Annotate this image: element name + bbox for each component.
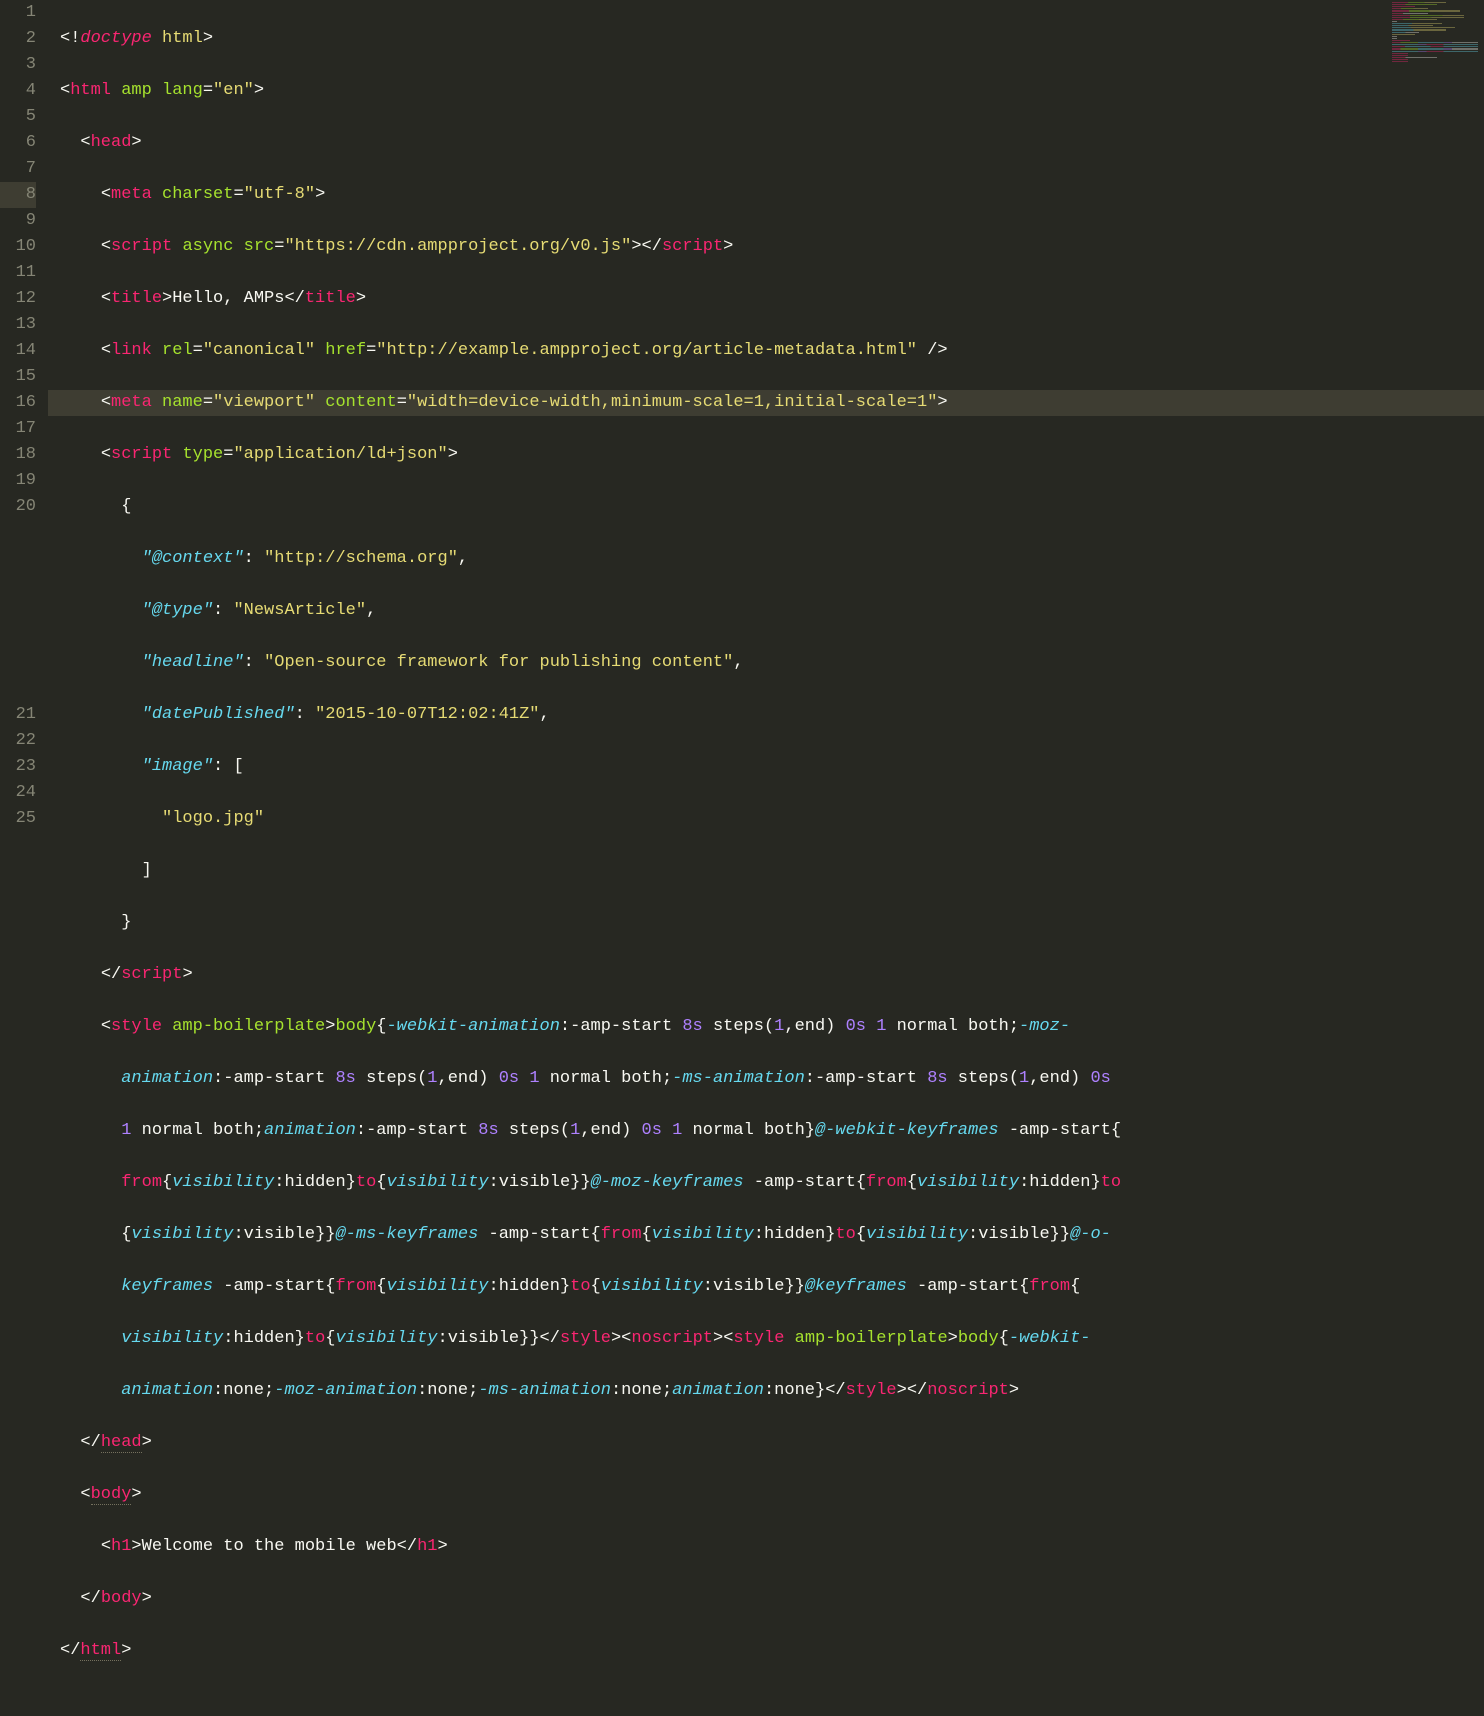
line-number: 3 [0,52,36,78]
line-number [0,598,36,624]
line-number: 1 [0,0,36,26]
code-line[interactable]: <link rel="canonical" href="http://examp… [48,338,1484,364]
line-number [0,676,36,702]
code-area[interactable]: <!doctype html> <html amp lang="en"> <he… [48,0,1484,929]
code-line[interactable]: <meta charset="utf-8"> [48,182,1484,208]
line-number: 15 [0,364,36,390]
code-line[interactable]: </html> [48,1638,1484,1664]
code-line-wrap[interactable]: keyframes -amp-start{from{visibility:hid… [48,1274,1484,1300]
code-line-wrap[interactable]: from{visibility:hidden}to{visibility:vis… [48,1170,1484,1196]
code-line-active[interactable]: <meta name="viewport" content="width=dev… [48,390,1484,416]
code-line-wrap[interactable]: {visibility:visible}}@-ms-keyframes -amp… [48,1222,1484,1248]
line-number: 7 [0,156,36,182]
code-line[interactable]: { [48,494,1484,520]
line-number: 4 [0,78,36,104]
code-line-wrap[interactable]: 1 normal both;animation:-amp-start 8s st… [48,1118,1484,1144]
line-number: 5 [0,104,36,130]
line-number: 16 [0,390,36,416]
code-line[interactable]: "headline": "Open-source framework for p… [48,650,1484,676]
code-line[interactable]: <!doctype html> [48,26,1484,52]
line-number: 19 [0,468,36,494]
line-number: 2 [0,26,36,52]
code-line[interactable]: <script type="application/ld+json"> [48,442,1484,468]
code-line[interactable]: <html amp lang="en"> [48,78,1484,104]
line-number [0,624,36,650]
line-number: 10 [0,234,36,260]
code-line[interactable]: "image": [ [48,754,1484,780]
code-line-wrap[interactable]: visibility:hidden}to{visibility:visible}… [48,1326,1484,1352]
line-number: 11 [0,260,36,286]
line-number: 21 [0,702,36,728]
line-number: 14 [0,338,36,364]
code-line[interactable]: <body> [48,1482,1484,1508]
line-number: 25 [0,806,36,832]
line-number: 22 [0,728,36,754]
line-number [0,650,36,676]
line-number: 9 [0,208,36,234]
code-line-wrap[interactable]: animation:none;-moz-animation:none;-ms-a… [48,1378,1484,1404]
code-line[interactable]: "@type": "NewsArticle", [48,598,1484,624]
code-editor[interactable]: 1 2 3 4 5 6 7 8 9 10 11 12 13 14 15 16 1… [0,0,1484,929]
code-line[interactable]: <head> [48,130,1484,156]
code-line-wrap[interactable]: animation:-amp-start 8s steps(1,end) 0s … [48,1066,1484,1092]
code-line[interactable]: "datePublished": "2015-10-07T12:02:41Z", [48,702,1484,728]
line-number: 23 [0,754,36,780]
line-number: 13 [0,312,36,338]
code-line[interactable]: </body> [48,1586,1484,1612]
code-line[interactable]: <style amp-boilerplate>body{-webkit-anim… [48,1014,1484,1040]
line-number: 20 [0,494,36,520]
code-line[interactable]: "@context": "http://schema.org", [48,546,1484,572]
code-line[interactable]: ] [48,858,1484,884]
code-line[interactable]: } [48,910,1484,936]
line-number [0,546,36,572]
line-number-gutter: 1 2 3 4 5 6 7 8 9 10 11 12 13 14 15 16 1… [0,0,48,929]
code-line[interactable]: <script async src="https://cdn.ampprojec… [48,234,1484,260]
line-number: 24 [0,780,36,806]
line-number: 8 [0,182,36,208]
line-number: 18 [0,442,36,468]
line-number: 17 [0,416,36,442]
code-line[interactable]: "logo.jpg" [48,806,1484,832]
line-number: 12 [0,286,36,312]
line-number [0,572,36,598]
line-number: 6 [0,130,36,156]
code-line[interactable]: </script> [48,962,1484,988]
line-number [0,520,36,546]
code-line[interactable]: <h1>Welcome to the mobile web</h1> [48,1534,1484,1560]
code-line[interactable]: <title>Hello, AMPs</title> [48,286,1484,312]
code-line[interactable]: </head> [48,1430,1484,1456]
